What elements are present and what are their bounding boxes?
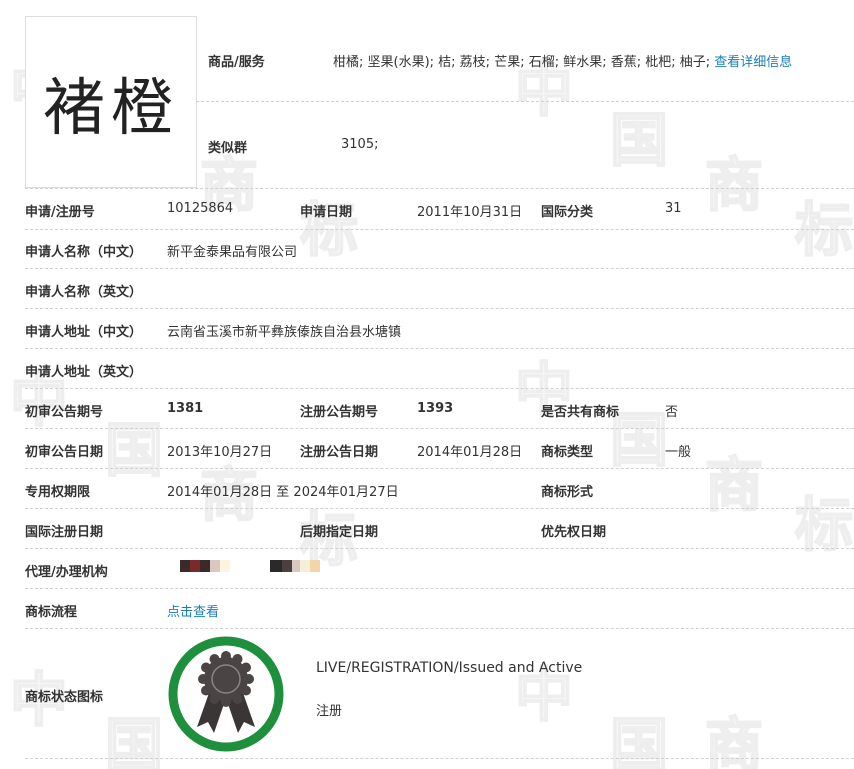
apply-date-label: 申请日期 xyxy=(300,205,353,220)
exclusive-period-value: 2014年01月28日 至 2024年01月27日 xyxy=(167,485,399,500)
prelim-date-value: 2013年10月27日 xyxy=(167,445,273,460)
view-details-link[interactable]: 查看详细信息 xyxy=(714,55,792,70)
redaction-block xyxy=(200,560,210,572)
tm-form-label: 商标形式 xyxy=(541,485,594,500)
applicant-cn-value: 新平金泰果品有限公司 xyxy=(167,245,298,260)
divider xyxy=(25,508,854,509)
redaction-block xyxy=(292,560,300,572)
address-cn-label: 申请人地址（中文） xyxy=(25,325,143,340)
address-cn-value: 云南省玉溪市新平彝族傣族自治县水塘镇 xyxy=(167,325,402,340)
redaction-block xyxy=(310,560,320,572)
divider xyxy=(25,628,854,629)
divider xyxy=(25,428,854,429)
apply-date-value: 2011年10月31日 xyxy=(417,205,523,220)
view-process-link[interactable]: 点击查看 xyxy=(167,601,219,620)
goods-list: 柑橘; 坚果(水果); 桔; 荔枝; 芒果; 石榴; 鲜水果; 香蕉; 枇杷; … xyxy=(333,55,711,70)
process-label: 商标流程 xyxy=(25,605,78,620)
shared-value: 否 xyxy=(665,405,679,420)
redaction-block xyxy=(180,560,190,572)
trademark-name: 褚橙 xyxy=(42,71,179,144)
divider xyxy=(25,548,854,549)
divider xyxy=(25,348,854,349)
redaction-block xyxy=(300,560,310,572)
divider xyxy=(25,758,854,759)
divider xyxy=(25,188,854,189)
address-en-label: 申请人地址（英文） xyxy=(25,365,143,380)
prelim-issue-no-label: 初审公告期号 xyxy=(25,405,104,420)
tm-type-value: 一般 xyxy=(665,445,692,460)
divider xyxy=(25,468,854,469)
goods-value: 柑橘; 坚果(水果); 桔; 荔枝; 芒果; 石榴; 鲜水果; 香蕉; 枇杷; … xyxy=(333,51,792,70)
prelim-date-label: 初审公告日期 xyxy=(25,445,104,460)
intl-reg-date-label: 国际注册日期 xyxy=(25,525,104,540)
shared-label: 是否共有商标 xyxy=(541,405,620,420)
reg-issue-no-label: 注册公告期号 xyxy=(300,405,379,420)
divider xyxy=(196,101,854,102)
divider xyxy=(25,308,854,309)
registered-seal-icon xyxy=(168,636,284,752)
redaction-block xyxy=(190,560,200,572)
intl-class-label: 国际分类 xyxy=(541,205,594,220)
reg-date-value: 2014年01月28日 xyxy=(417,445,523,460)
reg-no-label: 申请/注册号 xyxy=(25,205,95,220)
trademark-image: 褚橙 xyxy=(25,16,197,188)
redaction-block xyxy=(220,560,230,572)
goods-label: 商品/服务 xyxy=(208,55,265,70)
reg-issue-no-value: 1393 xyxy=(417,401,454,416)
applicant-en-label: 申请人名称（英文） xyxy=(25,285,143,300)
status-chinese: 注册 xyxy=(316,704,343,719)
prelim-issue-no-value: 1381 xyxy=(167,401,204,416)
agent-label: 代理/办理机构 xyxy=(25,565,108,580)
tm-type-label: 商标类型 xyxy=(541,445,594,460)
status-english: LIVE/REGISTRATION/Issued and Active xyxy=(316,660,583,676)
redaction-block xyxy=(282,560,292,572)
redaction-block xyxy=(270,560,282,572)
status-icon-label: 商标状态图标 xyxy=(25,690,104,705)
similar-group-label: 类似群 xyxy=(208,141,248,156)
divider xyxy=(25,588,854,589)
priority-date-label: 优先权日期 xyxy=(541,525,607,540)
reg-no-value: 10125864 xyxy=(167,201,234,216)
applicant-cn-label: 申请人名称（中文） xyxy=(25,245,143,260)
divider xyxy=(25,229,854,230)
trademark-detail-panel: 褚橙 商品/服务 柑橘; 坚果(水果); 桔; 荔枝; 芒果; 石榴; 鲜水果;… xyxy=(0,0,854,769)
redaction-block xyxy=(210,560,220,572)
divider xyxy=(25,268,854,269)
intl-class-value: 31 xyxy=(665,201,682,216)
later-designation-label: 后期指定日期 xyxy=(300,525,379,540)
reg-date-label: 注册公告日期 xyxy=(300,445,379,460)
similar-group-value: 3105; xyxy=(341,137,379,152)
divider xyxy=(25,388,854,389)
exclusive-period-label: 专用权期限 xyxy=(25,485,91,500)
